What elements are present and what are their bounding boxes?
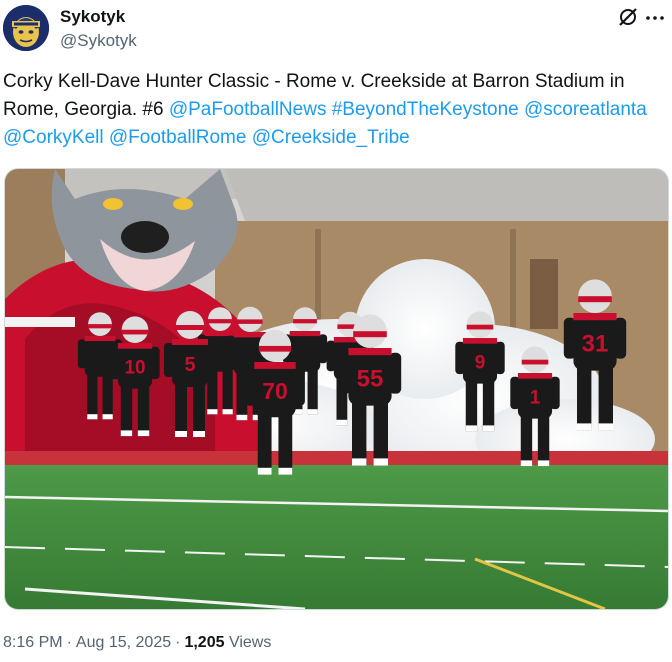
separator-dot: ·: [66, 634, 72, 651]
tweet-link[interactable]: #BeyondTheKeystone: [332, 99, 519, 120]
tweet-link[interactable]: @PaFootballNews: [169, 99, 327, 120]
views-count: 1,205: [184, 634, 225, 651]
tweet-meta: 8:16 PM · Aug 15, 2025 · 1,205 Views: [3, 634, 271, 652]
tweet-link[interactable]: @FootballRome: [109, 127, 247, 148]
more-icon[interactable]: [645, 8, 665, 28]
tweet-link[interactable]: @Creekside_Tribe: [252, 127, 410, 148]
jersey-number: 5: [184, 354, 195, 376]
user-handle[interactable]: @Sykotyk: [60, 31, 137, 51]
jersey-number: 70: [262, 378, 288, 404]
tweet-photo[interactable]: 5 70 55 1 9 31 10: [4, 168, 669, 610]
jersey-number: 1: [530, 387, 541, 408]
tweet-date: Aug 15, 2025: [75, 634, 172, 651]
tweet-time: 8:16 PM: [3, 634, 63, 651]
grok-icon[interactable]: [617, 6, 639, 28]
views-label[interactable]: Views: [229, 634, 271, 651]
display-name[interactable]: Sykotyk: [60, 7, 125, 27]
jersey-number: 9: [475, 352, 486, 373]
avatar-logo: [3, 5, 49, 51]
jersey-number: 31: [582, 330, 609, 357]
tweet-link[interactable]: @CorkyKell: [3, 127, 104, 148]
tweet-timestamp[interactable]: 8:16 PM · Aug 15, 2025: [3, 634, 171, 651]
jersey-number: 10: [124, 357, 145, 378]
tweet-link[interactable]: @scoreatlanta: [524, 99, 647, 120]
jersey-number: 55: [357, 365, 384, 392]
avatar[interactable]: [3, 5, 49, 51]
tweet-text: Corky Kell-Dave Hunter Classic - Rome v.…: [3, 68, 669, 152]
separator-dot: ·: [175, 634, 181, 651]
football-team-photo: 5 70 55 1 9 31 10: [5, 169, 668, 609]
